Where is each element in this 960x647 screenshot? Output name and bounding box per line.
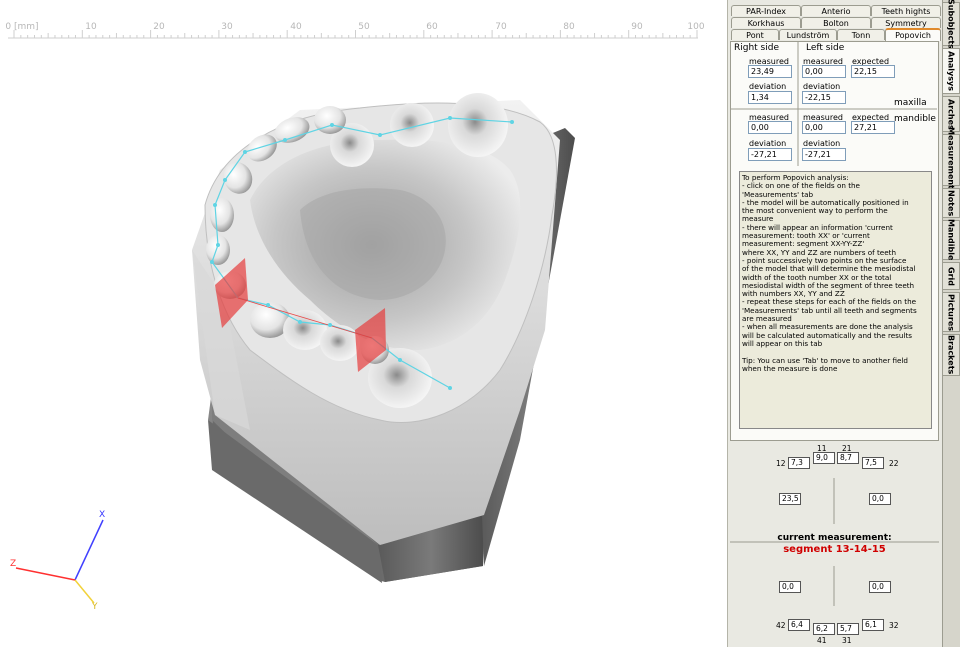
tooth-21-field[interactable]: 8,7 bbox=[837, 452, 859, 464]
tooth-42-field[interactable]: 6,4 bbox=[788, 619, 810, 631]
side-tab-brackets[interactable]: Brackets bbox=[943, 334, 960, 376]
side-tab-analysys[interactable]: Analysys bbox=[943, 48, 960, 94]
current-measurement-title: current measurement: bbox=[777, 533, 892, 543]
tab-korkhaus[interactable]: Korkhaus bbox=[731, 17, 801, 28]
tooth-32-field[interactable]: 6,1 bbox=[862, 619, 884, 631]
dental-model-render[interactable] bbox=[0, 0, 726, 647]
axis-z-label: Z bbox=[10, 559, 17, 569]
mandible-left-deviation-label: deviation bbox=[803, 139, 841, 148]
lower-left-segment-field[interactable]: 0,0 bbox=[869, 581, 891, 593]
tab-par-index[interactable]: PAR-Index bbox=[731, 5, 801, 16]
upper-right-segment-field[interactable]: 23,5 bbox=[779, 493, 801, 505]
tab-lundstrom[interactable]: Lundström bbox=[779, 29, 837, 40]
side-tab-strip: Subobjects Analysys Arches Measurements … bbox=[942, 0, 960, 647]
tab-tonn[interactable]: Tonn bbox=[837, 29, 885, 40]
maxilla-left-measured-field[interactable] bbox=[802, 65, 846, 78]
tab-bolton[interactable]: Bolton bbox=[801, 17, 871, 28]
tooth-22-field[interactable]: 7,5 bbox=[862, 457, 884, 469]
mandible-left-expected-field[interactable] bbox=[851, 121, 895, 134]
side-tab-measurements[interactable]: Measurements bbox=[943, 127, 960, 193]
mandible-right-deviation-label: deviation bbox=[749, 139, 787, 148]
maxilla-right-measured-field[interactable] bbox=[748, 65, 792, 78]
right-side-label: Right side bbox=[734, 43, 779, 53]
axes-gizmo bbox=[15, 519, 104, 604]
side-tab-notes[interactable]: Notes bbox=[943, 188, 960, 218]
tab-teeth-hights[interactable]: Teeth hights bbox=[871, 5, 941, 16]
upper-left-segment-field[interactable]: 0,0 bbox=[869, 493, 891, 505]
current-measurement-segment: segment 13-14-15 bbox=[783, 544, 886, 555]
maxilla-right-deviation-field[interactable] bbox=[748, 91, 792, 104]
maxilla-left-deviation-label: deviation bbox=[803, 82, 841, 91]
tooth-number-42: 42 bbox=[776, 621, 786, 630]
side-tab-mandible[interactable]: Mandible bbox=[943, 219, 960, 261]
tooth-11-field[interactable]: 9,0 bbox=[813, 452, 835, 464]
lower-right-segment-field[interactable]: 0,0 bbox=[779, 581, 801, 593]
instructions-text: To perform Popovich analysis: - click on… bbox=[742, 173, 917, 373]
side-tab-grid[interactable]: Grid bbox=[943, 262, 960, 290]
mandible-right-measured-field[interactable] bbox=[748, 121, 792, 134]
instructions-box: To perform Popovich analysis: - click on… bbox=[739, 171, 932, 429]
mandible-left-deviation-field[interactable] bbox=[802, 148, 846, 161]
maxilla-left-expected-field[interactable] bbox=[851, 65, 895, 78]
maxilla-left-deviation-field[interactable] bbox=[802, 91, 846, 104]
mandible-right-deviation-field[interactable] bbox=[748, 148, 792, 161]
tab-popovich[interactable]: Popovich bbox=[885, 28, 941, 41]
maxilla-label: maxilla bbox=[894, 98, 927, 108]
left-side-label: Left side bbox=[806, 43, 845, 53]
tab-pont[interactable]: Pont bbox=[731, 29, 779, 40]
mandible-label: mandible bbox=[894, 114, 936, 124]
tooth-number-41: 41 bbox=[817, 636, 827, 645]
tooth-number-12: 12 bbox=[776, 459, 786, 468]
tooth-31-field[interactable]: 5,7 bbox=[837, 623, 859, 635]
side-tab-pictures[interactable]: Pictures bbox=[943, 292, 960, 332]
side-divider bbox=[797, 42, 799, 166]
3d-viewport[interactable]: 0 [mm] 10 20 30 40 50 60 70 80 90 100 X … bbox=[0, 0, 726, 647]
tooth-12-field[interactable]: 7,3 bbox=[788, 457, 810, 469]
tooth-41-field[interactable]: 6,2 bbox=[813, 623, 835, 635]
tab-symmetry[interactable]: Symmetry bbox=[871, 17, 941, 28]
side-tab-subobjects[interactable]: Subobjects bbox=[943, 0, 960, 49]
maxilla-mandible-separator bbox=[731, 108, 937, 110]
tooth-number-31: 31 bbox=[842, 636, 852, 645]
axis-y-label: Y bbox=[92, 602, 98, 612]
tab-anterio[interactable]: Anterio bbox=[801, 5, 871, 16]
maxilla-right-deviation-label: deviation bbox=[749, 82, 787, 91]
tooth-number-32: 32 bbox=[889, 621, 899, 630]
axis-x-label: X bbox=[99, 510, 106, 520]
tooth-number-22: 22 bbox=[889, 459, 899, 468]
mandible-left-measured-field[interactable] bbox=[802, 121, 846, 134]
